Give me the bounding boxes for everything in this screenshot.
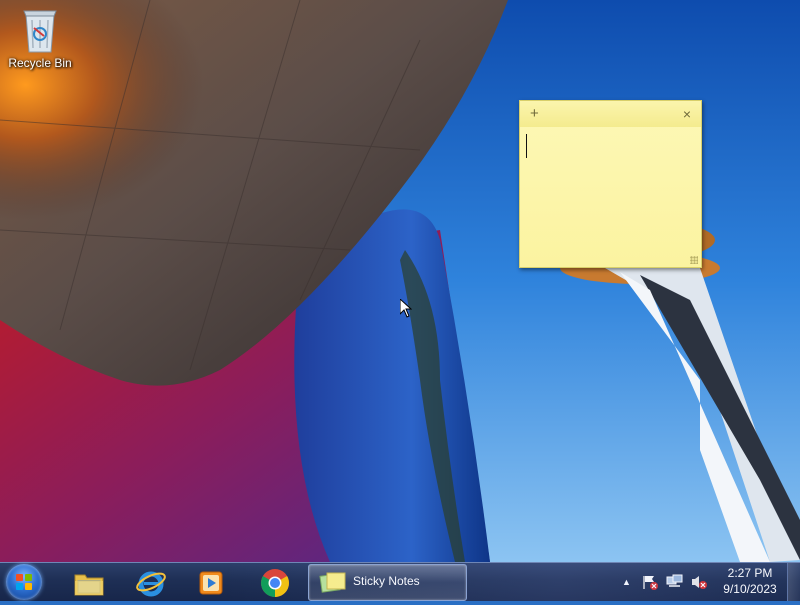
text-caret <box>526 134 527 158</box>
windows-start-orb-icon <box>16 574 32 590</box>
resize-grip-icon[interactable] <box>690 256 698 264</box>
taskbar-pin-internet-explorer[interactable] <box>128 566 174 600</box>
wallpaper-art <box>0 0 800 562</box>
clock-date: 9/10/2023 <box>723 582 777 596</box>
delete-note-button[interactable]: × <box>683 105 691 123</box>
desktop-wallpaper <box>0 0 800 562</box>
new-note-button[interactable]: + <box>530 105 539 123</box>
start-button[interactable] <box>6 564 42 600</box>
chrome-icon <box>261 569 289 597</box>
sticky-note-titlebar[interactable]: + × <box>520 101 701 127</box>
network-icon[interactable] <box>666 574 684 590</box>
media-player-icon <box>199 571 223 595</box>
show-desktop-button[interactable] <box>787 563 800 601</box>
taskbar: Sticky Notes ▲ 2:27 PM 9/10/2023 <box>0 562 800 601</box>
taskbar-button-sticky-notes[interactable]: Sticky Notes <box>308 564 467 601</box>
system-clock[interactable]: 2:27 PM 9/10/2023 <box>714 565 786 597</box>
volume-muted-icon[interactable] <box>690 574 708 590</box>
sticky-notes-icon <box>319 572 346 593</box>
sticky-note-text-area[interactable] <box>520 127 701 267</box>
desktop-icon-label: Recycle Bin <box>8 56 72 70</box>
internet-explorer-icon <box>136 571 166 597</box>
clock-time: 2:27 PM <box>727 566 773 580</box>
recycle-bin-icon <box>20 6 60 54</box>
desktop-icon-recycle-bin[interactable]: Recycle Bin <box>4 6 76 70</box>
taskbar-pin-chrome[interactable] <box>252 566 298 600</box>
show-hidden-icons-arrow: ▲ <box>622 577 631 587</box>
sticky-note-window[interactable]: + × <box>519 100 702 268</box>
taskbar-pin-explorer[interactable] <box>66 566 112 600</box>
taskbar-button-label: Sticky Notes <box>353 574 420 588</box>
mouse-pointer-icon <box>400 299 412 318</box>
action-center-flag-icon[interactable] <box>642 574 658 590</box>
show-hidden-icons-button[interactable]: ▲ <box>622 563 631 601</box>
taskbar-pin-media-player[interactable] <box>188 566 234 600</box>
folder-icon <box>74 574 104 596</box>
